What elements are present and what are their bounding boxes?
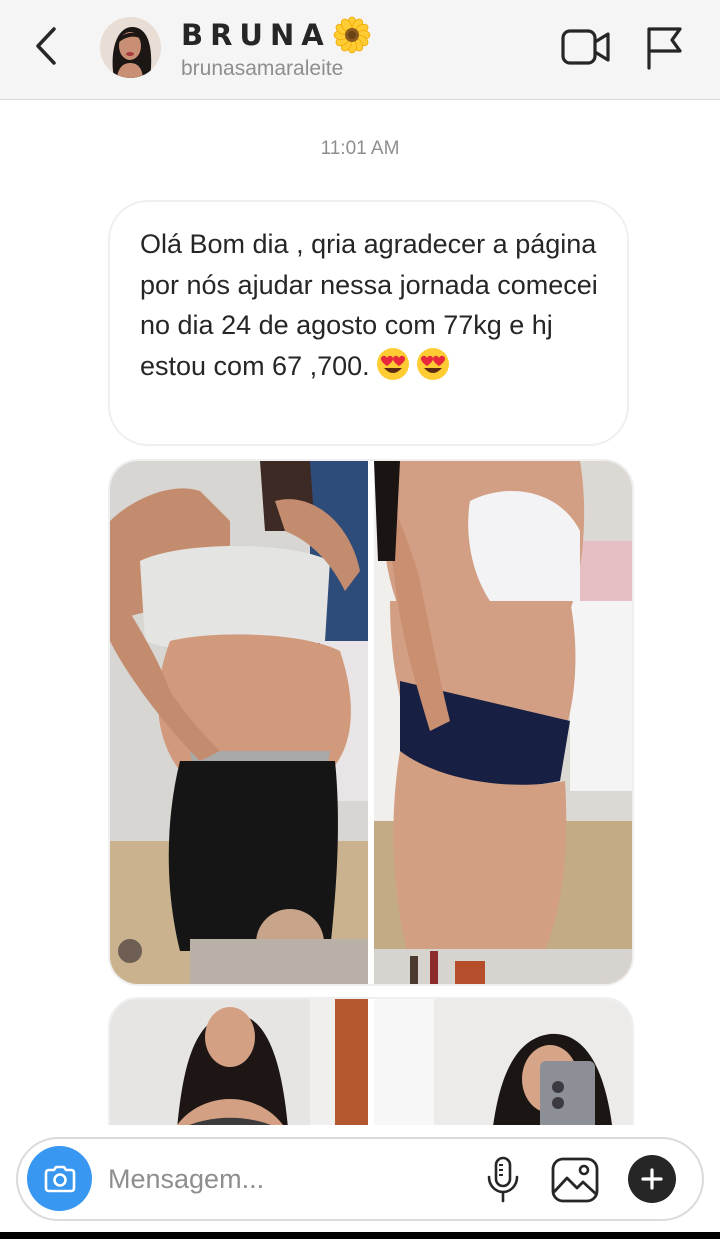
microphone-icon [487,1156,519,1203]
flag-icon [647,27,682,70]
chat-title-group[interactable]: BRUNA brunasamaraleite [181,16,371,81]
camera-icon [44,1165,75,1192]
plus-icon [641,1168,663,1190]
camera-button[interactable] [27,1146,92,1211]
video-camera-icon [561,29,610,65]
avatar-image [100,17,161,78]
report-button[interactable] [644,24,684,70]
direct-message-screen: BRUNA brunasamaraleite 11:01 AM Olá Bom … [0,0,720,1239]
image-icon [551,1157,599,1203]
chat-title: BRUNA [181,18,331,52]
message-timestamp: 11:01 AM [320,138,400,159]
message-text: Olá Bom dia , qria agradecer a página po… [140,229,598,381]
message-composer [16,1137,704,1221]
avatar[interactable] [100,17,161,78]
chat-username: brunasamaraleite [181,57,344,80]
chat-header: BRUNA brunasamaraleite [0,0,720,100]
before-after-photo [110,461,632,984]
photo-message[interactable] [108,459,634,986]
screen-bottom-edge [0,1232,720,1239]
message-bubble[interactable]: Olá Bom dia , qria agradecer a página po… [108,200,629,446]
message-input[interactable] [108,1157,468,1201]
back-button[interactable] [26,24,66,68]
chevron-left-icon [36,27,56,65]
heart-eyes-emoji [376,347,409,380]
more-options-button[interactable] [628,1155,676,1203]
sunflower-emoji [333,16,371,54]
gallery-button[interactable] [550,1156,600,1204]
video-call-button[interactable] [560,26,612,68]
voice-message-button[interactable] [484,1155,522,1205]
heart-eyes-emoji [416,347,449,380]
